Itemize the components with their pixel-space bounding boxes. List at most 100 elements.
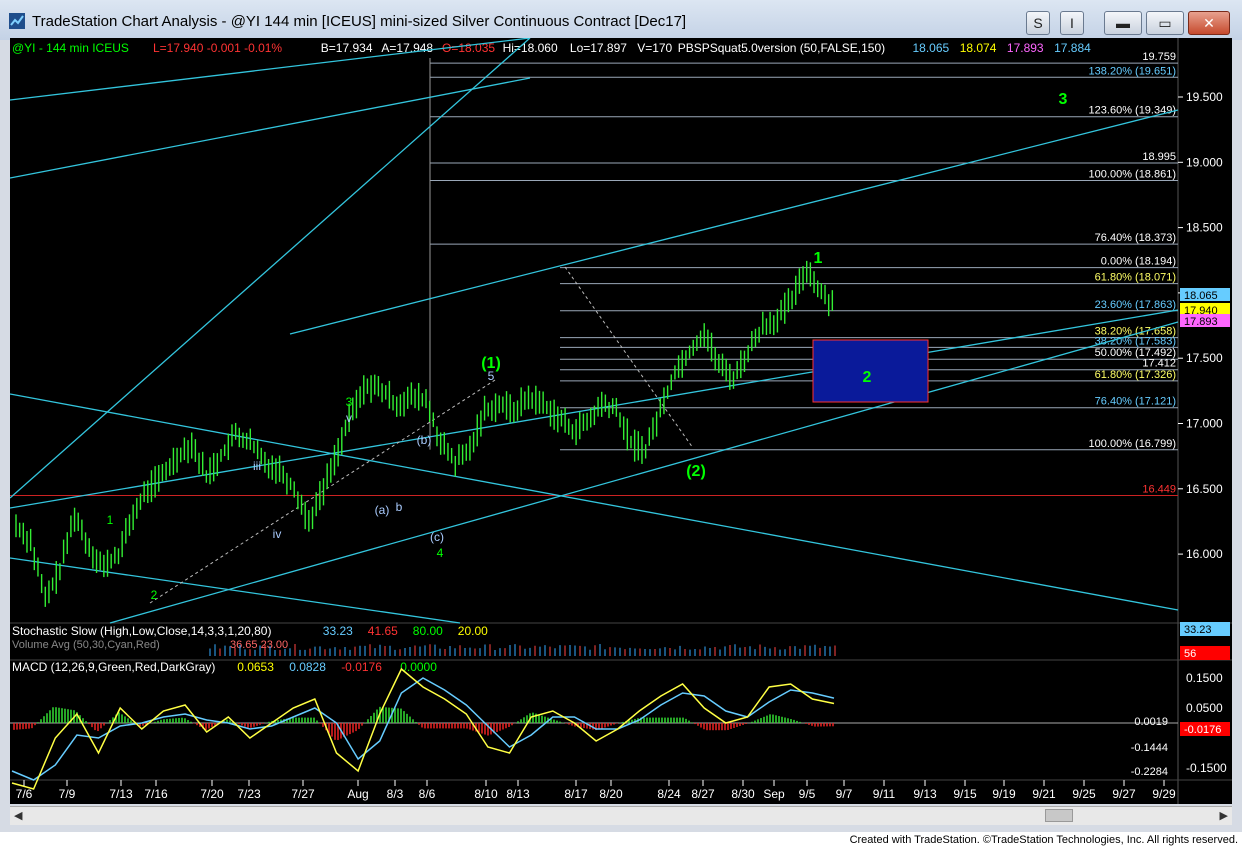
date-label: 8/3: [387, 787, 404, 801]
chart-area[interactable]: @YI - 144 min ICEUS L=17.940 -0.001 -0.01…: [10, 38, 1232, 804]
date-label: 8/24: [657, 787, 681, 801]
stochastic-value: 41.65: [368, 624, 398, 638]
price-tick-label: 17.000: [1186, 417, 1223, 431]
header-item: Lo=17.897: [570, 41, 627, 55]
wave-label: 2: [151, 588, 158, 602]
fib-label: 61.80% (17.326): [1095, 369, 1176, 381]
wave-label: (2): [686, 463, 706, 480]
macd-tick-label: 0.0500: [1186, 701, 1223, 715]
channel-line: [109, 321, 1179, 624]
date-label: 8/27: [691, 787, 715, 801]
scroll-thumb[interactable]: [1045, 809, 1073, 822]
wave-label: (1): [481, 355, 501, 372]
fib-label: 19.759: [1142, 51, 1176, 63]
date-label: Aug: [347, 787, 368, 801]
header-item: 18.065: [913, 41, 950, 55]
date-label: 9/19: [992, 787, 1016, 801]
macd-tag-text: -0.0176: [1184, 724, 1221, 736]
stochastic-value: 33.23: [323, 624, 353, 638]
macd-value: 0.0828: [289, 660, 326, 674]
date-label: 9/5: [799, 787, 816, 801]
fib-label: 123.60% (19.349): [1089, 105, 1176, 117]
header-item: PBSPSquat5.0version (50,FALSE,150): [678, 41, 885, 55]
date-label: 8/10: [474, 787, 498, 801]
macd-annotation: -0.2284: [1131, 766, 1168, 778]
date-label: 7/9: [59, 787, 76, 801]
fib-label: 100.00% (16.799): [1089, 438, 1176, 450]
stochastic-label: Stochastic Slow (High,Low,Close,14,3,3,1…: [12, 624, 271, 638]
stochastic-tag-text: 56: [1184, 648, 1196, 660]
date-label: 9/11: [873, 787, 896, 801]
horizontal-scrollbar[interactable]: ◀ ▶: [10, 806, 1232, 825]
wave-label: 2: [863, 369, 872, 386]
date-label: 7/23: [237, 787, 261, 801]
app-window: TradeStation Chart Analysis - @YI 144 mi…: [0, 0, 1242, 832]
header-item: V=170: [637, 41, 672, 55]
channel-line: [289, 109, 1179, 335]
wave-label: 3: [346, 395, 353, 409]
i-button[interactable]: I: [1060, 11, 1084, 35]
wave-label: v: [346, 411, 352, 425]
macd-tick-label: -0.1500: [1186, 761, 1227, 775]
wave-label: b: [396, 500, 403, 514]
macd-annotation: 0.0019: [1134, 716, 1168, 728]
date-label: 8/13: [506, 787, 530, 801]
fib-label: 17.412: [1142, 358, 1176, 370]
last-price-tag-text: 18.065: [1184, 290, 1218, 302]
date-label: 8/30: [731, 787, 755, 801]
header-item: 17.884: [1054, 41, 1091, 55]
stochastic-value: 80.00: [413, 624, 443, 638]
price-tick-label: 19.000: [1186, 155, 1223, 169]
tradestation-icon: [9, 13, 25, 29]
header-item: 18.074: [960, 41, 997, 55]
wave-label: 1: [814, 250, 823, 267]
date-label: 9/13: [913, 787, 937, 801]
chart-canvas[interactable]: @YI - 144 min ICEUS L=17.940 -0.001 -0.01…: [10, 38, 1232, 804]
wave-label: iii: [253, 459, 261, 473]
close-button[interactable]: ✕: [1188, 11, 1230, 35]
header-item: 17.893: [1007, 41, 1044, 55]
scroll-left-arrow-icon[interactable]: ◀: [14, 809, 22, 822]
wave-label: 4: [437, 546, 444, 560]
price-tick-label: 18.500: [1186, 221, 1223, 235]
date-label: 7/27: [291, 787, 315, 801]
volume-label: Volume Avg (50,30,Cyan,Red): [12, 639, 160, 651]
wave-label: (c): [430, 530, 444, 544]
header-item: L=17.940 -0.001 -0.01%: [153, 41, 282, 55]
date-label: 7/16: [144, 787, 168, 801]
price-tick-label: 16.500: [1186, 482, 1223, 496]
fib-label: 100.00% (18.861): [1089, 168, 1176, 180]
date-label: 9/21: [1032, 787, 1056, 801]
volume-values: 36.65 23.00: [230, 639, 288, 651]
copyright-footer: Created with TradeStation. ©TradeStation…: [849, 834, 1238, 846]
price-tick-label: 17.500: [1186, 351, 1223, 365]
channel-line: [10, 393, 1179, 611]
price-tick-label: 19.500: [1186, 90, 1223, 104]
wave-label: 3: [1059, 91, 1068, 108]
fib-label: 18.995: [1142, 151, 1176, 163]
date-label: 9/27: [1112, 787, 1136, 801]
wave-label: 1: [107, 513, 114, 527]
s-button[interactable]: S: [1026, 11, 1050, 35]
date-label: 7/6: [16, 787, 33, 801]
macd-tick-label: 0.1500: [1186, 671, 1223, 685]
date-label: 8/6: [419, 787, 436, 801]
scroll-right-arrow-icon[interactable]: ▶: [1220, 809, 1228, 822]
date-label: 9/15: [953, 787, 977, 801]
date-label: 8/20: [599, 787, 623, 801]
channel-line: [10, 557, 461, 624]
date-label: Sep: [763, 787, 785, 801]
fib-label: 38.20% (17.583): [1095, 335, 1176, 347]
title-bar[interactable]: TradeStation Chart Analysis - @YI 144 mi…: [0, 0, 1242, 40]
fib-label: 76.40% (17.121): [1095, 396, 1176, 408]
maximize-button[interactable]: ▭: [1146, 11, 1184, 35]
projection-dashed-line: [564, 266, 694, 449]
wave-label: (b): [417, 433, 432, 447]
fib-label: 76.40% (18.373): [1095, 232, 1176, 244]
minimize-button[interactable]: ▬: [1104, 11, 1142, 35]
window-title: TradeStation Chart Analysis - @YI 144 mi…: [32, 13, 687, 30]
header-item: @YI - 144 min ICEUS: [12, 41, 129, 55]
header-item: B=17.934: [321, 41, 373, 55]
last-price-tag-text: 17.893: [1184, 316, 1218, 328]
macd-value: -0.0176: [341, 660, 382, 674]
